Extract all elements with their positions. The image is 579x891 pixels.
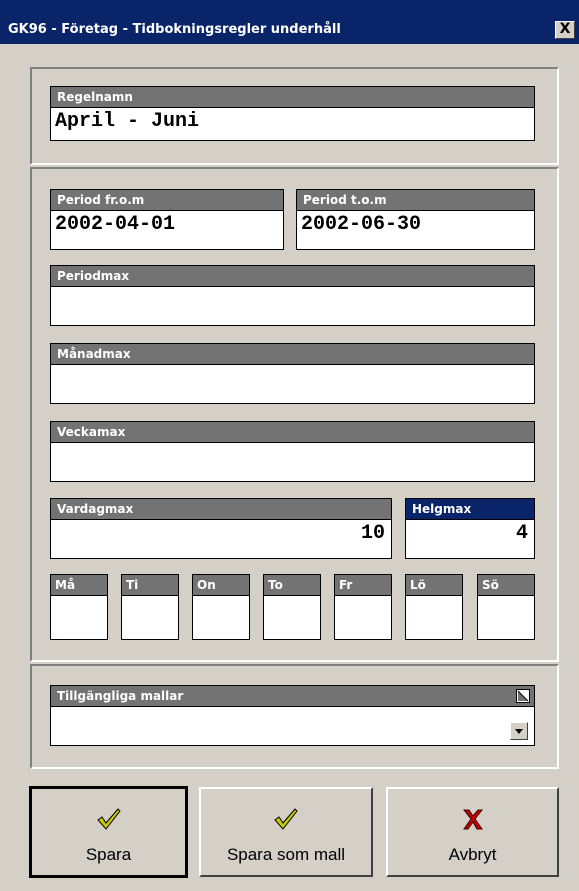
day-label-on: On <box>192 574 250 595</box>
day-input-ma[interactable] <box>50 595 108 640</box>
day-input-ti[interactable] <box>121 595 179 640</box>
rule-name-label: Regelnamn <box>50 86 535 107</box>
x-icon <box>462 809 483 830</box>
title-bar: GK96 - Företag - Tidbokningsregler under… <box>0 0 579 44</box>
day-label-ti: Ti <box>121 574 179 595</box>
day-label-to: To <box>263 574 321 595</box>
rule-name-field: Regelnamn April - Juni <box>50 86 535 141</box>
templates-panel: Tillgängliga mallar <box>30 664 559 769</box>
cancel-button-label: Avbryt <box>448 845 497 864</box>
helgmax-label: Helgmax <box>405 498 535 519</box>
day-field-ma: Må <box>50 574 108 640</box>
save-button-label: Spara <box>85 845 132 864</box>
rule-name-input[interactable]: April - Juni <box>50 107 535 141</box>
vardagmax-input[interactable]: 10 <box>50 519 392 559</box>
day-label-lo: Lö <box>405 574 463 595</box>
limits-panel: Period fr.o.m 2002-04-01 Period t.o.m 20… <box>30 167 559 662</box>
period-from-label: Period fr.o.m <box>50 189 284 210</box>
period-to-field: Period t.o.m 2002-06-30 <box>296 189 535 250</box>
manadmax-field: Månadmax <box>50 343 535 404</box>
day-field-ti: Ti <box>121 574 179 640</box>
veckamax-field: Veckamax <box>50 421 535 482</box>
periodmax-field: Periodmax <box>50 265 535 326</box>
period-to-label: Period t.o.m <box>296 189 535 210</box>
periodmax-label: Periodmax <box>50 265 535 286</box>
checkmark-icon <box>96 808 121 830</box>
day-input-on[interactable] <box>192 595 250 640</box>
day-field-so: Sö <box>477 574 535 640</box>
period-from-field: Period fr.o.m 2002-04-01 <box>50 189 284 250</box>
day-label-so: Sö <box>477 574 535 595</box>
vardagmax-label: Vardagmax <box>50 498 392 519</box>
period-to-input[interactable]: 2002-06-30 <box>296 210 535 250</box>
day-label-ma: Må <box>50 574 108 595</box>
helgmax-field: Helgmax 4 <box>405 498 535 559</box>
templates-label-text: Tillgängliga mallar <box>57 689 184 703</box>
day-field-on: On <box>192 574 250 640</box>
close-button[interactable]: X <box>555 21 575 39</box>
veckamax-input[interactable] <box>50 442 535 482</box>
day-field-lo: Lö <box>405 574 463 640</box>
veckamax-label: Veckamax <box>50 421 535 442</box>
day-field-fr: Fr <box>334 574 392 640</box>
day-label-fr: Fr <box>334 574 392 595</box>
rule-name-panel: Regelnamn April - Juni <box>30 67 559 165</box>
day-input-fr[interactable] <box>334 595 392 640</box>
helgmax-input[interactable]: 4 <box>405 519 535 559</box>
periodmax-input[interactable] <box>50 286 535 326</box>
day-input-lo[interactable] <box>405 595 463 640</box>
templates-select[interactable] <box>50 706 535 746</box>
save-button[interactable]: Spara <box>29 786 188 878</box>
save-template-button-label: Spara som mall <box>226 845 346 864</box>
window-title: GK96 - Företag - Tidbokningsregler under… <box>8 22 341 37</box>
templates-label: Tillgängliga mallar <box>50 685 535 706</box>
save-template-button[interactable]: Spara som mall <box>199 787 373 877</box>
day-input-to[interactable] <box>263 595 321 640</box>
manadmax-label: Månadmax <box>50 343 535 364</box>
day-field-to: To <box>263 574 321 640</box>
dropdown-arrow-icon[interactable] <box>510 722 528 740</box>
cancel-button[interactable]: Avbryt <box>386 787 559 877</box>
period-from-input[interactable]: 2002-04-01 <box>50 210 284 250</box>
vardagmax-field: Vardagmax 10 <box>50 498 392 559</box>
day-input-so[interactable] <box>477 595 535 640</box>
manadmax-input[interactable] <box>50 364 535 404</box>
corner-indicator-icon <box>516 689 530 703</box>
dialog-window: GK96 - Företag - Tidbokningsregler under… <box>0 0 579 891</box>
checkmark-icon <box>274 808 298 830</box>
templates-field: Tillgängliga mallar <box>50 685 535 746</box>
